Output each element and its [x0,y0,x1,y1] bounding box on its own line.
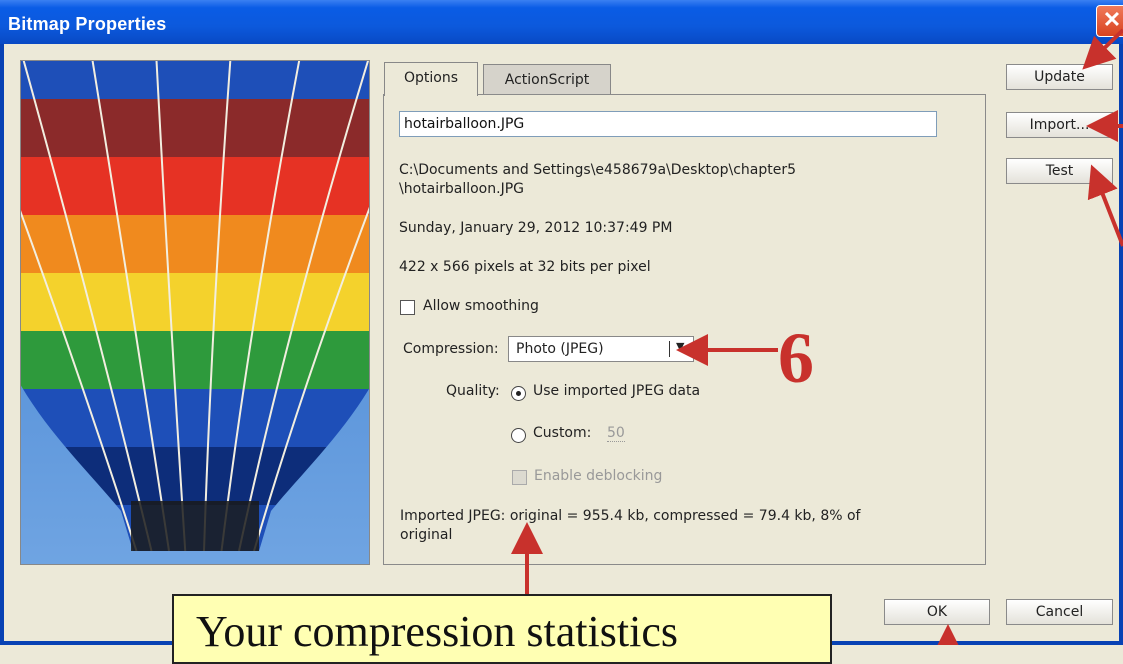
balloon-stripe [21,157,369,215]
close-button[interactable]: ✕ [1096,5,1123,37]
callout-text: Your compression statistics [196,607,678,656]
import-button[interactable]: Import... [1006,112,1113,138]
title-bar [0,0,1123,44]
compression-stats-line-2: original [400,527,453,543]
update-button[interactable]: Update [1006,64,1113,90]
compression-value: Photo (JPEG) [516,341,604,357]
image-dimensions: 422 x 566 pixels at 32 bits per pixel [399,259,651,275]
file-path-line-2: \hotairballoon.JPG [399,181,524,197]
ok-button[interactable]: OK [884,599,990,625]
quality-imported-label: Use imported JPEG data [533,383,701,399]
balloon-stripe [21,389,369,447]
callout-box: Your compression statistics [172,594,832,664]
window-frame-left [0,44,4,645]
window-title: Bitmap Properties [8,14,167,34]
window-frame-right [1119,44,1123,645]
close-icon: ✕ [1102,7,1122,32]
quality-custom-value[interactable]: 50 [607,425,625,442]
quality-custom-radio[interactable] [511,428,526,443]
cancel-button[interactable]: Cancel [1006,599,1113,625]
callout-number: 6 [778,318,814,398]
select-divider [669,341,670,357]
compression-stats-line-1: Imported JPEG: original = 955.4 kb, comp… [400,508,861,524]
file-path-line-1: C:\Documents and Settings\e458679a\Deskt… [399,162,797,178]
enable-deblocking-label: Enable deblocking [534,468,663,484]
tab-actionscript[interactable]: ActionScript [483,64,611,94]
file-date: Sunday, January 29, 2012 10:37:49 PM [399,220,673,236]
hot-air-balloon-image [21,61,369,564]
quality-label: Quality: [446,383,500,399]
balloon-stripe [21,273,369,331]
balloon-stripe [21,61,369,99]
test-button[interactable]: Test [1006,158,1113,184]
allow-smoothing-checkbox[interactable] [400,300,415,315]
image-preview [20,60,370,565]
chevron-down-icon: ▼ [676,340,685,353]
enable-deblocking-checkbox[interactable] [512,470,527,485]
quality-custom-label: Custom: [533,425,592,441]
bitmap-name-input[interactable] [399,111,937,137]
allow-smoothing-label: Allow smoothing [423,298,539,314]
balloon-stripe [21,99,369,157]
quality-imported-radio[interactable] [511,386,526,401]
compression-label: Compression: [403,341,499,357]
tab-options[interactable]: Options [384,62,478,96]
compression-select[interactable]: Photo (JPEG) ▼ [508,336,694,362]
